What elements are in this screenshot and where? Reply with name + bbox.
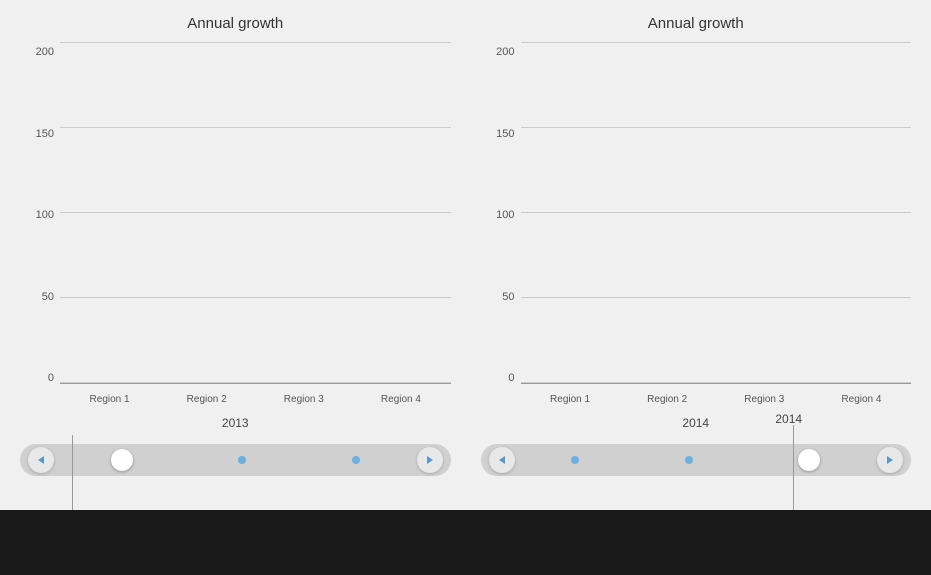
sliders-area bbox=[0, 430, 931, 490]
chart2-inner: 200150100500 Region 1Region 2Region 3Reg… bbox=[481, 42, 912, 414]
chart1-yaxis-label: 50 bbox=[42, 291, 54, 303]
chart2-slider-dots bbox=[515, 449, 878, 471]
x-label: Region 1 bbox=[531, 394, 610, 405]
chart1-bars-area bbox=[60, 42, 451, 383]
chart1-year: 2013 bbox=[222, 416, 249, 430]
chart1-slider-track bbox=[20, 444, 451, 476]
chart2-title: Annual growth bbox=[648, 15, 744, 32]
x-label: Region 2 bbox=[628, 394, 707, 405]
chart1-slider-container bbox=[20, 444, 451, 476]
slider-dot[interactable] bbox=[571, 456, 579, 464]
chart2-yaxis-label: 50 bbox=[502, 291, 514, 303]
chart2-slider-container bbox=[481, 444, 912, 476]
x-label: Region 2 bbox=[167, 394, 246, 405]
chart2-container: Annual growth 200150100500 Region 1Regio… bbox=[481, 10, 912, 430]
chart2-yaxis-label: 150 bbox=[496, 128, 514, 140]
chart2-yaxis-label: 100 bbox=[496, 209, 514, 221]
chart1-annotation-line bbox=[72, 435, 73, 510]
chart1-body: Region 1 Region 2 Region 3 Region 4 bbox=[60, 42, 451, 414]
chart2-prev-button[interactable] bbox=[489, 447, 515, 473]
chart2-annotation: 2014 bbox=[481, 490, 912, 510]
chart1-prev-button[interactable] bbox=[28, 447, 54, 473]
chart1-title: Annual growth bbox=[187, 15, 283, 32]
chart1-x-labels: Region 1 Region 2 Region 3 Region 4 bbox=[60, 384, 451, 414]
chart2-bars-area bbox=[521, 42, 912, 383]
chart2-bars-wrapper bbox=[521, 42, 912, 383]
slider-dot[interactable] bbox=[685, 456, 693, 464]
chart1-next-button[interactable] bbox=[417, 447, 443, 473]
chart2-year: 2014 bbox=[682, 416, 709, 430]
black-background bbox=[0, 510, 931, 575]
x-label: Region 4 bbox=[822, 394, 901, 405]
chart1-slider-dots bbox=[54, 449, 417, 471]
slider-dot[interactable] bbox=[111, 449, 133, 471]
chart1-yaxis-label: 0 bbox=[48, 372, 54, 384]
annotation-area: 2014 bbox=[0, 490, 931, 510]
chart2-slider-track bbox=[481, 444, 912, 476]
chart1-bars-wrapper bbox=[60, 42, 451, 383]
chart2-y-axis: 200 150 100 50 0 bbox=[481, 42, 521, 414]
slider-dot[interactable] bbox=[238, 456, 246, 464]
chart2-annotation-text: 2014 bbox=[775, 412, 802, 426]
chart1-yaxis-label: 150 bbox=[36, 128, 54, 140]
chart1-container: Annual growth 200150100500 Region 1Regio… bbox=[20, 10, 451, 430]
chart1-inner: 200150100500 Region 1Region 2Region 3Reg… bbox=[20, 42, 451, 414]
chart2-yaxis-label: 200 bbox=[496, 46, 514, 58]
x-label: Region 1 bbox=[70, 394, 149, 405]
slider-dot[interactable] bbox=[352, 456, 360, 464]
chart2-next-button[interactable] bbox=[877, 447, 903, 473]
slider-dot[interactable] bbox=[798, 449, 820, 471]
x-label: Region 4 bbox=[361, 394, 440, 405]
chart1-y-axis: 200 150 100 50 0 bbox=[20, 42, 60, 414]
chart2-x-labels: Region 1 Region 2 Region 3 Region 4 bbox=[521, 384, 912, 414]
chart2-annotation-line bbox=[793, 425, 794, 510]
chart1-yaxis-label: 100 bbox=[36, 209, 54, 221]
chart1-yaxis-label: 200 bbox=[36, 46, 54, 58]
chart2-yaxis-label: 0 bbox=[508, 372, 514, 384]
charts-area: Annual growth 200150100500 Region 1Regio… bbox=[0, 0, 931, 430]
chart2-body: Region 1 Region 2 Region 3 Region 4 bbox=[521, 42, 912, 414]
x-label: Region 3 bbox=[264, 394, 343, 405]
x-label: Region 3 bbox=[725, 394, 804, 405]
chart1-annotation bbox=[20, 490, 451, 510]
